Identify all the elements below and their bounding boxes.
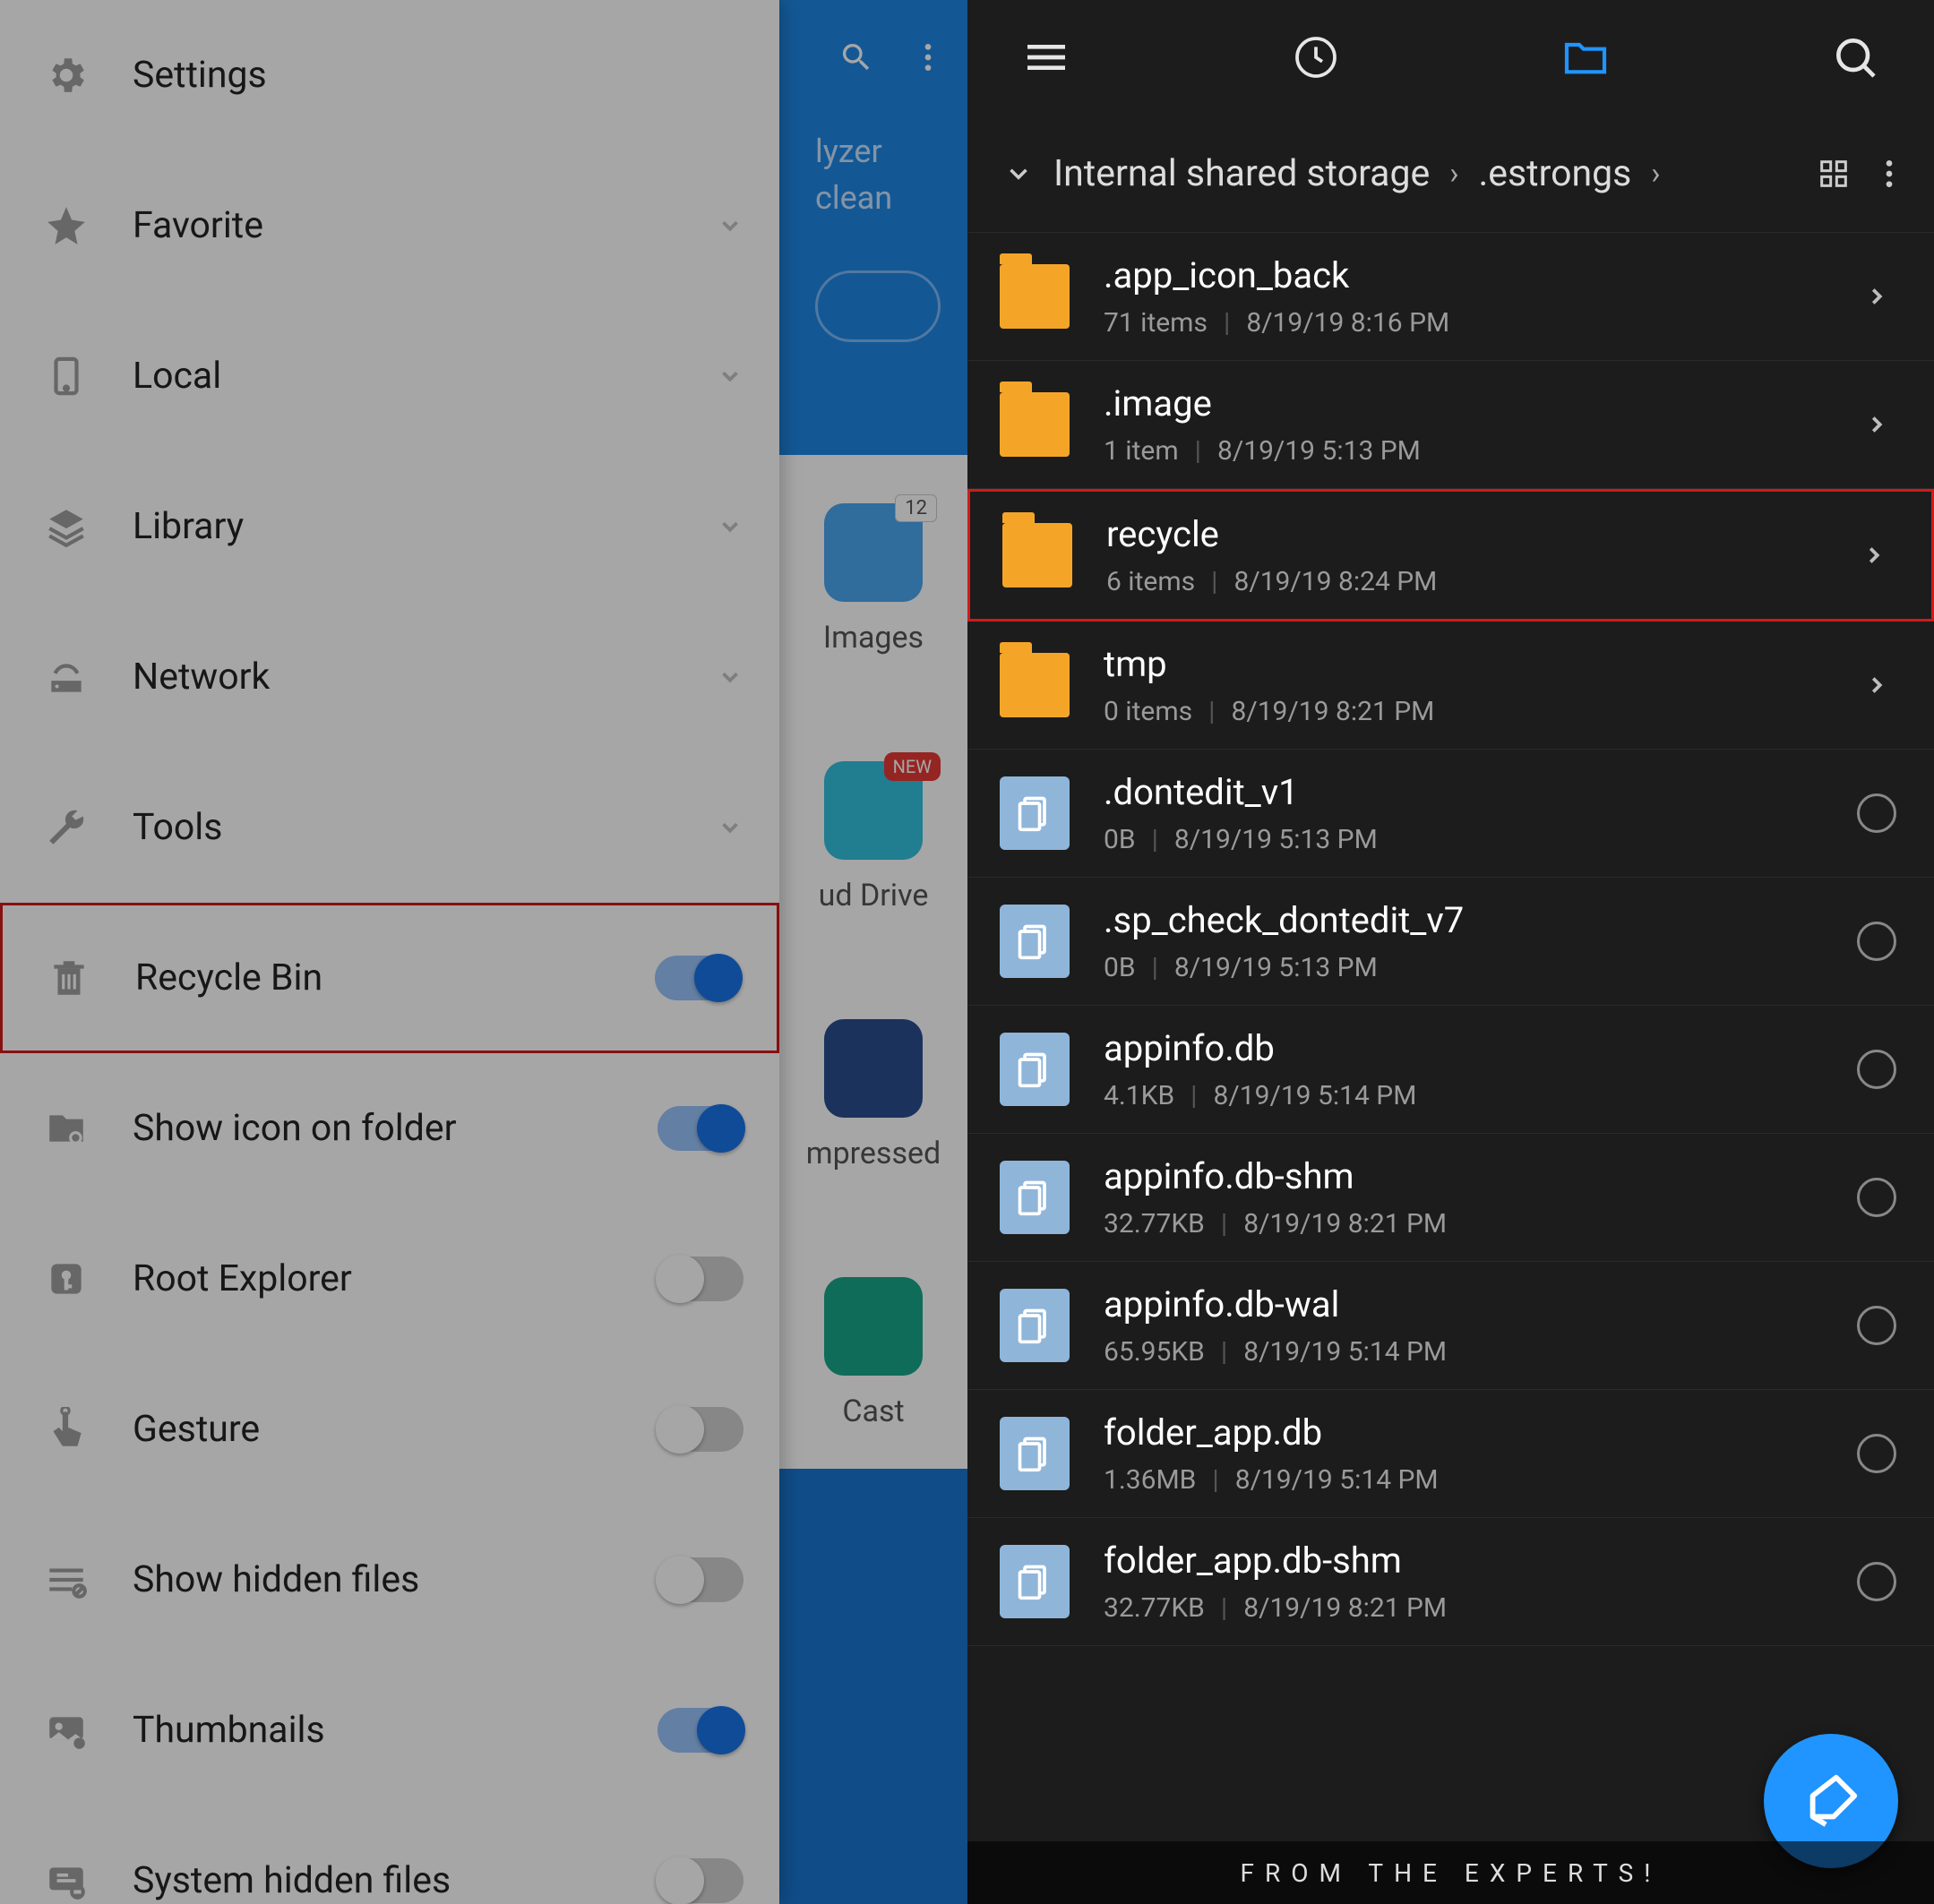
file-name: .dontedit_v1 (1104, 771, 1821, 813)
file-name: .sp_check_dontedit_v7 (1104, 899, 1821, 941)
file-row[interactable]: appinfo.db-wal 65.95KB|8/19/19 5:14 PM (967, 1262, 1934, 1390)
chevron-right-icon: › (1651, 156, 1660, 192)
right-screenshot: Internal shared storage › .estrongs › .a… (967, 0, 1934, 1904)
clock-icon[interactable] (1291, 32, 1341, 82)
folder-icon (1000, 264, 1070, 329)
chevron-right-icon[interactable] (1852, 534, 1895, 577)
watermark-text: FROM THE EXPERTS! (967, 1841, 1934, 1904)
folder-row[interactable]: recycle 6 items|8/19/19 8:24 PM (967, 489, 1934, 622)
file-row[interactable]: appinfo.db 4.1KB|8/19/19 5:14 PM (967, 1006, 1934, 1134)
select-radio[interactable] (1855, 1560, 1898, 1603)
search-icon[interactable] (1830, 32, 1880, 82)
select-radio[interactable] (1855, 1176, 1898, 1219)
select-radio[interactable] (1855, 792, 1898, 835)
file-row[interactable]: .dontedit_v1 0B|8/19/19 5:13 PM (967, 750, 1934, 878)
chevron-right-icon[interactable] (1855, 275, 1898, 318)
file-icon (1000, 1033, 1070, 1106)
file-meta: 0 items|8/19/19 8:21 PM (1104, 696, 1821, 727)
file-meta: 1.36MB|8/19/19 5:14 PM (1104, 1464, 1821, 1496)
file-name: tmp (1104, 643, 1821, 685)
file-meta: 32.77KB|8/19/19 8:21 PM (1104, 1592, 1821, 1624)
folder-icon (1000, 392, 1070, 457)
select-radio[interactable] (1855, 1432, 1898, 1475)
file-name: folder_app.db (1104, 1411, 1821, 1454)
file-name: appinfo.db-wal (1104, 1283, 1821, 1325)
left-screenshot: lyzer clean 12ImagesNEWud DrivempressedC… (0, 0, 967, 1904)
file-icon (1000, 1161, 1070, 1234)
file-icon (1000, 1289, 1070, 1362)
file-icon (1000, 905, 1070, 978)
folder-row[interactable]: .image 1 item|8/19/19 5:13 PM (967, 361, 1934, 489)
grid-view-icon[interactable] (1816, 156, 1852, 192)
file-meta: 32.77KB|8/19/19 8:21 PM (1104, 1208, 1821, 1239)
file-meta: 71 items|8/19/19 8:16 PM (1104, 307, 1821, 339)
drawer-scrim[interactable] (0, 0, 967, 1904)
select-radio[interactable] (1855, 1048, 1898, 1091)
file-name: folder_app.db-shm (1104, 1539, 1821, 1582)
file-row[interactable]: folder_app.db 1.36MB|8/19/19 5:14 PM (967, 1390, 1934, 1518)
file-meta: 0B|8/19/19 5:13 PM (1104, 952, 1821, 983)
file-icon (1000, 1545, 1070, 1618)
file-name: appinfo.db (1104, 1027, 1821, 1069)
file-meta: 1 item|8/19/19 5:13 PM (1104, 435, 1821, 467)
file-row[interactable]: .sp_check_dontedit_v7 0B|8/19/19 5:13 PM (967, 878, 1934, 1006)
select-radio[interactable] (1855, 1304, 1898, 1347)
folder-tab-icon[interactable] (1560, 32, 1611, 82)
chevron-right-icon: › (1449, 156, 1458, 192)
file-row[interactable]: appinfo.db-shm 32.77KB|8/19/19 8:21 PM (967, 1134, 1934, 1262)
select-radio[interactable] (1855, 920, 1898, 963)
file-icon (1000, 1417, 1070, 1490)
more-vertical-icon[interactable] (1871, 156, 1907, 192)
file-icon (1000, 776, 1070, 850)
breadcrumb-segment[interactable]: Internal shared storage (1053, 152, 1430, 195)
file-name: recycle (1106, 513, 1818, 555)
chevron-down-icon[interactable] (1003, 159, 1034, 189)
chevron-right-icon[interactable] (1855, 664, 1898, 707)
breadcrumb: Internal shared storage › .estrongs › (967, 115, 1934, 233)
file-name: appinfo.db-shm (1104, 1155, 1821, 1197)
file-meta: 4.1KB|8/19/19 5:14 PM (1104, 1080, 1821, 1111)
folder-row[interactable]: .app_icon_back 71 items|8/19/19 8:16 PM (967, 233, 1934, 361)
folder-icon (1002, 523, 1072, 587)
file-meta: 65.95KB|8/19/19 5:14 PM (1104, 1336, 1821, 1368)
folder-row[interactable]: tmp 0 items|8/19/19 8:21 PM (967, 622, 1934, 750)
chevron-right-icon[interactable] (1855, 403, 1898, 446)
file-row[interactable]: folder_app.db-shm 32.77KB|8/19/19 8:21 PM (967, 1518, 1934, 1646)
file-list: .app_icon_back 71 items|8/19/19 8:16 PM .i… (967, 233, 1934, 1904)
hamburger-icon[interactable] (1021, 32, 1071, 82)
file-meta: 0B|8/19/19 5:13 PM (1104, 824, 1821, 855)
file-name: .image (1104, 382, 1821, 425)
breadcrumb-segment[interactable]: .estrongs (1478, 152, 1631, 195)
file-name: .app_icon_back (1104, 254, 1821, 296)
app-header (967, 0, 1934, 115)
file-meta: 6 items|8/19/19 8:24 PM (1106, 566, 1818, 597)
folder-icon (1000, 653, 1070, 717)
